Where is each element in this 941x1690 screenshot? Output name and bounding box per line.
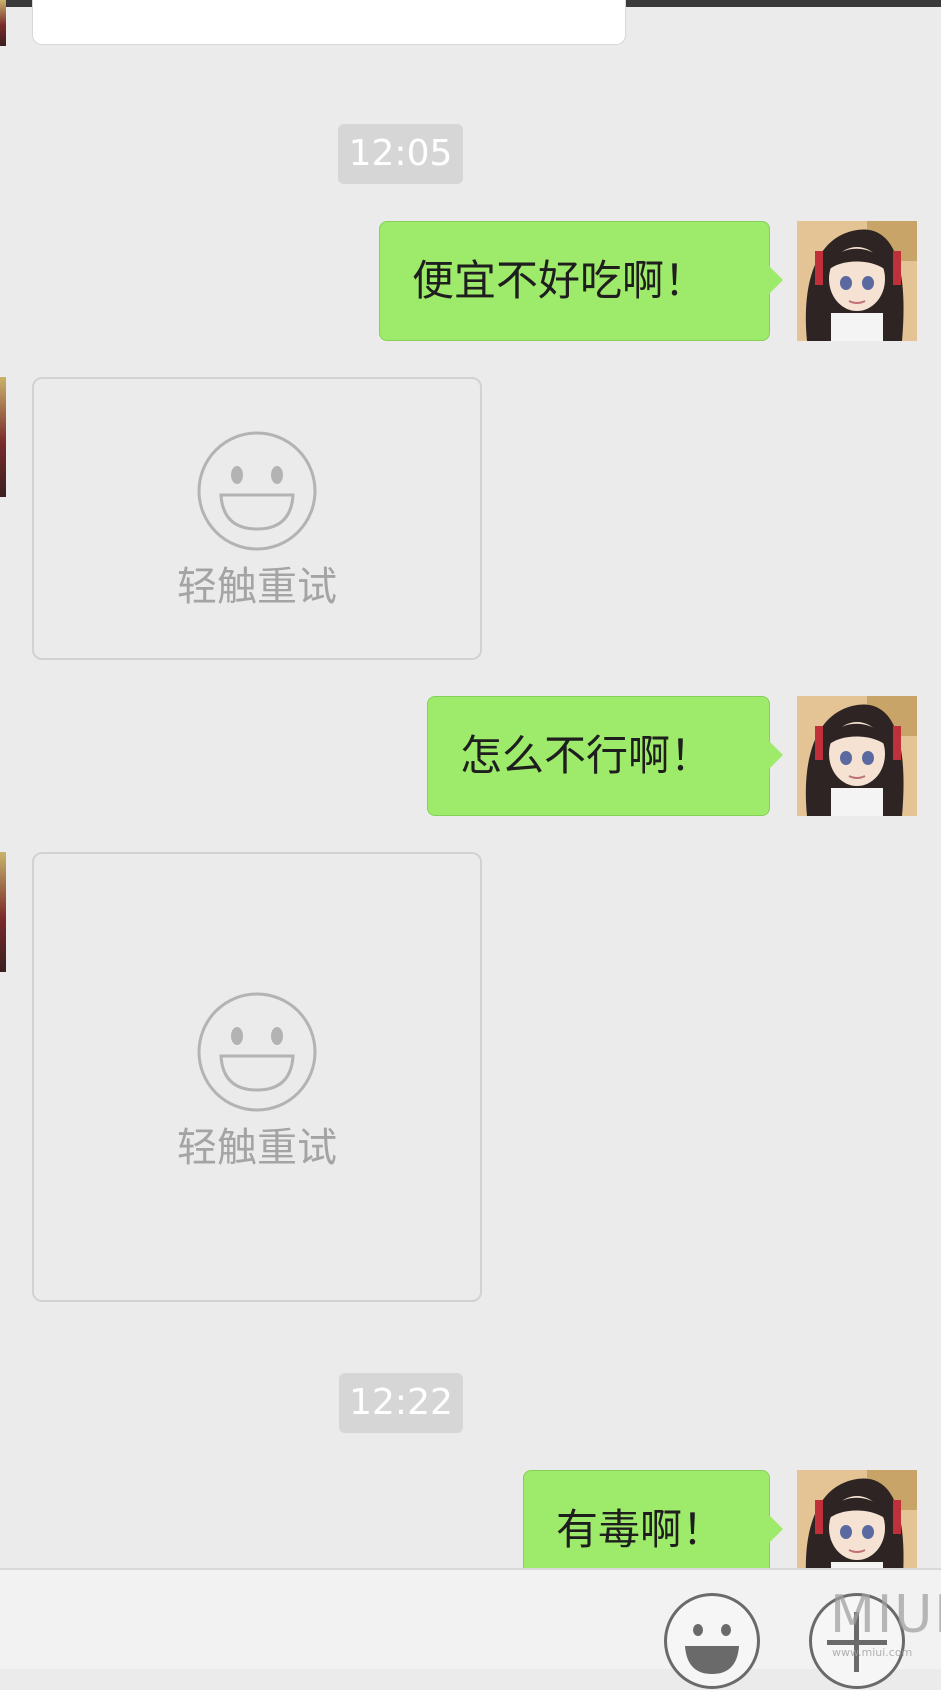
contact-avatar-partial[interactable] bbox=[0, 377, 6, 497]
previous-message-card[interactable] bbox=[32, 0, 626, 45]
outgoing-message-bubble[interactable]: 怎么不行啊！ bbox=[427, 696, 783, 816]
chat-input-bar bbox=[0, 1568, 941, 1669]
outgoing-message-bubble[interactable]: 便宜不好吃啊！ bbox=[379, 221, 783, 341]
miui-watermark-site: www.miui.com bbox=[832, 1646, 913, 1659]
smiley-icon bbox=[197, 992, 317, 1112]
image-load-failed-placeholder[interactable]: 轻触重试 bbox=[32, 377, 482, 660]
smiley-icon bbox=[197, 431, 317, 551]
miui-watermark-logo: MIUI bbox=[830, 1585, 941, 1645]
tap-to-retry-label: 轻触重试 bbox=[177, 564, 337, 610]
user-avatar[interactable] bbox=[797, 696, 917, 816]
user-avatar[interactable] bbox=[797, 221, 917, 341]
timestamp-label: 12:05 bbox=[338, 124, 463, 184]
timestamp-label: 12:22 bbox=[339, 1373, 463, 1433]
contact-avatar-partial[interactable] bbox=[0, 0, 6, 46]
image-load-failed-placeholder[interactable]: 轻触重试 bbox=[32, 852, 482, 1302]
contact-avatar-partial[interactable] bbox=[0, 852, 6, 972]
tap-to-retry-label: 轻触重试 bbox=[177, 1125, 337, 1171]
avatar-illustration-icon bbox=[797, 221, 917, 341]
avatar-illustration-icon bbox=[797, 696, 917, 816]
smiley-icon bbox=[685, 1624, 739, 1674]
emoji-button[interactable] bbox=[664, 1593, 760, 1689]
